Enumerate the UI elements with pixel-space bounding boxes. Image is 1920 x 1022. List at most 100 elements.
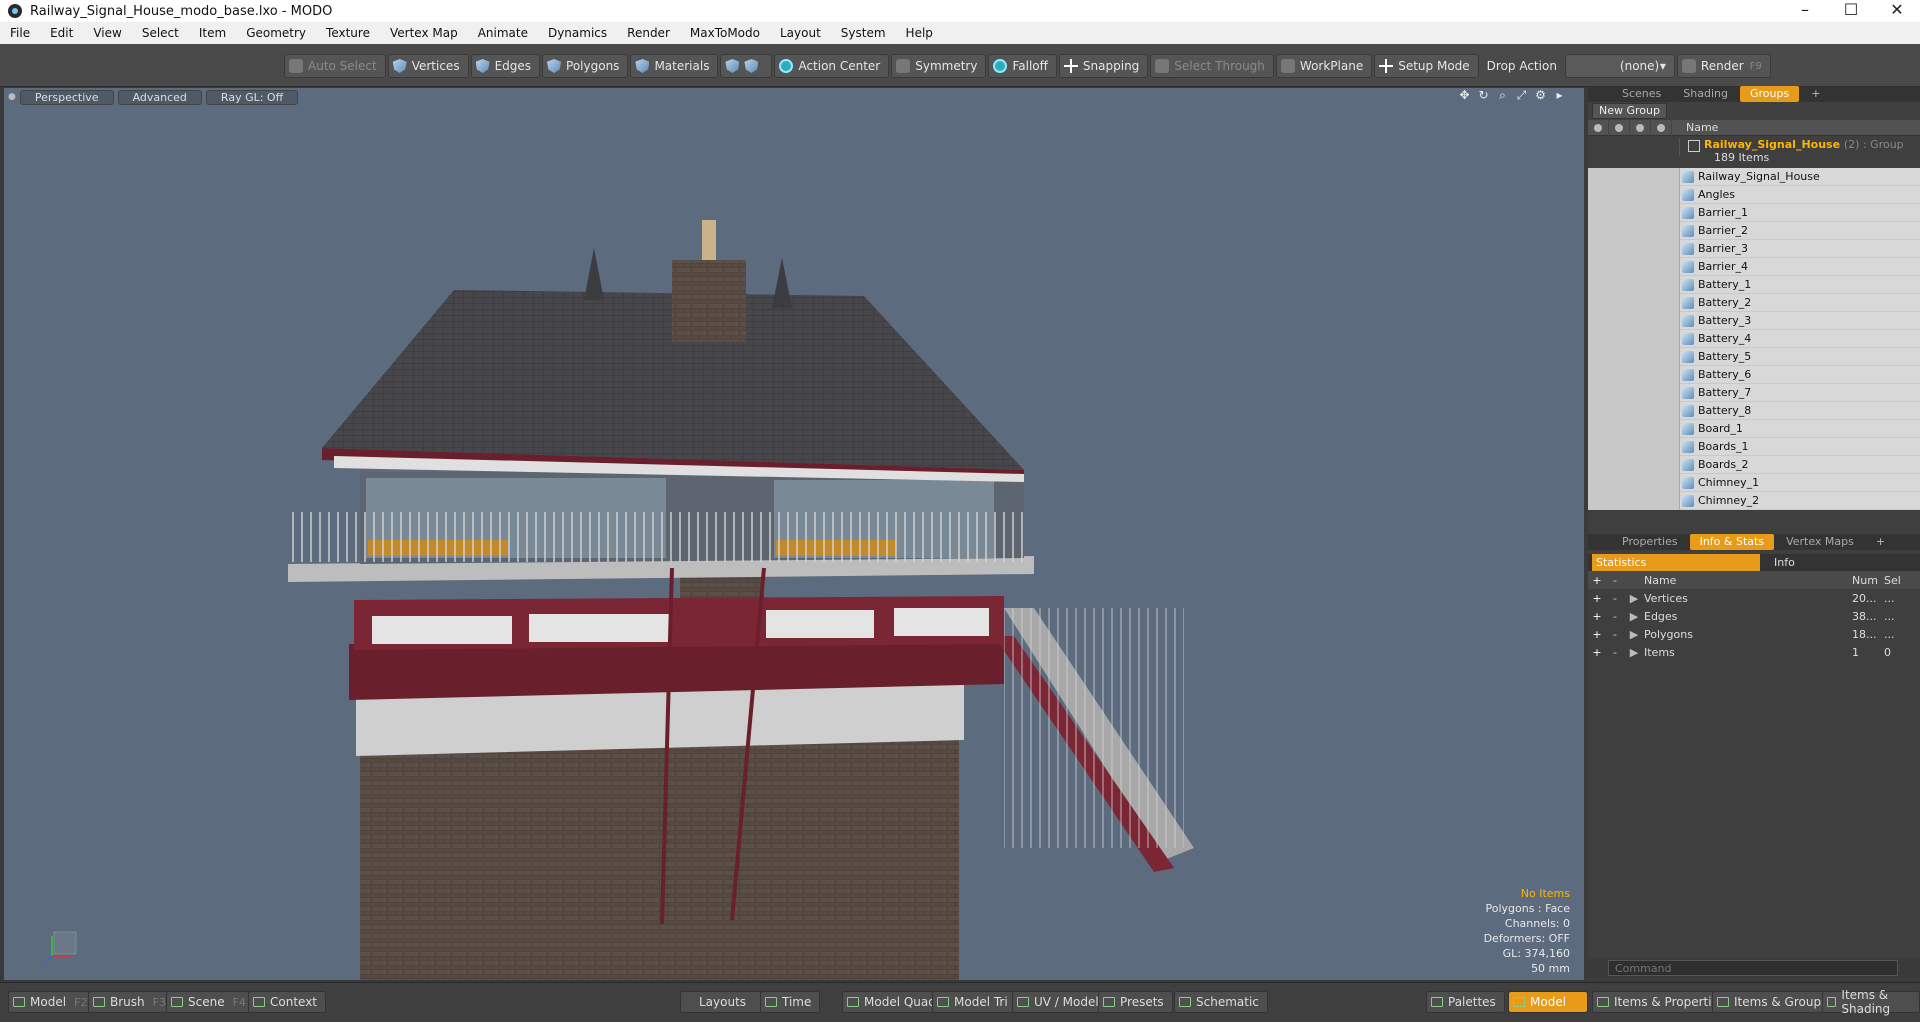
menu-render[interactable]: Render [617, 22, 680, 44]
add-icon[interactable]: + [1588, 610, 1606, 623]
list-item[interactable]: Boards_2 [1588, 455, 1920, 474]
menu-dynamics[interactable]: Dynamics [538, 22, 617, 44]
maximize-button[interactable]: ☐ [1828, 0, 1874, 22]
table-row[interactable]: + - ▶ Polygons 18...... [1588, 625, 1920, 643]
menu-maxtomodo[interactable]: MaxToModo [680, 22, 770, 44]
schematic-button[interactable]: Schematic [1174, 991, 1268, 1013]
action-center-button[interactable]: Action Center [774, 54, 890, 78]
expand-arrow-icon[interactable]: ▶ [1624, 646, 1644, 659]
symmetry-button[interactable]: Symmetry [891, 54, 987, 78]
3d-viewport[interactable]: ● Perspective Advanced Ray GL: Off ✥ ↻ ⌕… [4, 88, 1584, 980]
select-column-icon[interactable] [1651, 119, 1672, 136]
tab-info[interactable]: Info [1760, 554, 1795, 571]
collapse-all-icon[interactable]: - [1606, 574, 1624, 587]
list-item[interactable]: Barrier_2 [1588, 221, 1920, 240]
table-row[interactable]: + - ▶ Edges 38...... [1588, 607, 1920, 625]
list-item[interactable]: Chimney_2 [1588, 491, 1920, 510]
remove-icon[interactable]: - [1606, 592, 1624, 605]
list-item[interactable]: Railway_Signal_House [1588, 167, 1920, 186]
layouts-button[interactable]: Layouts [680, 991, 766, 1013]
command-input[interactable] [1608, 960, 1898, 976]
lock-column-icon[interactable] [1630, 119, 1651, 136]
brush-layout-button[interactable]: Brush F3 [88, 991, 175, 1013]
list-item[interactable]: Board_1 [1588, 419, 1920, 438]
list-item[interactable]: Battery_7 [1588, 383, 1920, 402]
list-item[interactable]: Battery_6 [1588, 365, 1920, 384]
list-item[interactable]: Barrier_4 [1588, 257, 1920, 276]
uv-model-button[interactable]: UV / Model [1012, 991, 1108, 1013]
falloff-button[interactable]: Falloff [988, 54, 1057, 78]
remove-icon[interactable]: - [1606, 628, 1624, 641]
tab-scenes[interactable]: Scenes [1612, 86, 1671, 102]
menu-edit[interactable]: Edit [40, 22, 83, 44]
new-group-button[interactable]: New Group [1592, 103, 1667, 119]
polygons-button[interactable]: Polygons [542, 54, 629, 78]
visibility-column-icon[interactable] [1588, 119, 1609, 136]
close-button[interactable]: ✕ [1874, 0, 1920, 22]
list-item[interactable]: Battery_8 [1588, 401, 1920, 420]
list-item[interactable]: Boards_1 [1588, 437, 1920, 456]
vertices-button[interactable]: Vertices [387, 54, 469, 78]
menu-vertex-map[interactable]: Vertex Map [380, 22, 468, 44]
time-button[interactable]: Time [760, 991, 821, 1013]
expand-arrow-icon[interactable]: ▶ [1624, 592, 1644, 605]
list-item[interactable]: Battery_3 [1588, 311, 1920, 330]
presets-button[interactable]: Presets [1098, 991, 1173, 1013]
menu-help[interactable]: Help [896, 22, 943, 44]
menu-animate[interactable]: Animate [468, 22, 538, 44]
menu-system[interactable]: System [831, 22, 896, 44]
tab-vertex-maps[interactable]: Vertex Maps [1776, 534, 1864, 550]
select-through-button[interactable]: Select Through [1150, 54, 1274, 78]
minimize-button[interactable]: – [1782, 0, 1828, 22]
menu-view[interactable]: View [83, 22, 131, 44]
items-shading-button[interactable]: Items & Shading [1822, 988, 1920, 1016]
list-item[interactable]: Barrier_1 [1588, 203, 1920, 222]
context-button[interactable]: Context [248, 991, 327, 1013]
selection-sets-button[interactable] [720, 54, 773, 78]
menu-geometry[interactable]: Geometry [236, 22, 316, 44]
palettes-button[interactable]: Palettes [1426, 991, 1505, 1013]
auto-select-button[interactable]: Auto Select [284, 54, 386, 78]
menu-layout[interactable]: Layout [770, 22, 831, 44]
render-button[interactable]: Render F9 [1676, 54, 1771, 78]
model-tab-active[interactable]: Model [1508, 991, 1588, 1013]
add-icon[interactable]: + [1588, 592, 1606, 605]
snapping-button[interactable]: Snapping [1058, 54, 1149, 78]
group-row[interactable]: Railway_Signal_House (2) : Group 189 Item… [1588, 136, 1920, 168]
model-layout-button[interactable]: Model F2 [8, 991, 97, 1013]
model-quad-button[interactable]: Model Quad [842, 991, 945, 1013]
remove-icon[interactable]: - [1606, 610, 1624, 623]
render-column-icon[interactable] [1609, 119, 1630, 136]
list-item[interactable]: Battery_5 [1588, 347, 1920, 366]
list-item[interactable]: Angles [1588, 185, 1920, 204]
add-tab-button[interactable]: + [1801, 86, 1830, 102]
model-tri-button[interactable]: Model Tri [932, 991, 1017, 1013]
menu-select[interactable]: Select [132, 22, 189, 44]
tab-shading[interactable]: Shading [1673, 86, 1738, 102]
list-item[interactable]: Battery_1 [1588, 275, 1920, 294]
list-item[interactable]: Battery_4 [1588, 329, 1920, 348]
workplane-button[interactable]: WorkPlane [1275, 54, 1373, 78]
remove-icon[interactable]: - [1606, 646, 1624, 659]
menu-texture[interactable]: Texture [316, 22, 380, 44]
add-icon[interactable]: + [1588, 628, 1606, 641]
tab-info-stats[interactable]: Info & Stats [1689, 534, 1775, 550]
tab-groups[interactable]: Groups [1739, 86, 1800, 102]
expand-arrow-icon[interactable]: ▶ [1624, 628, 1644, 641]
setup-mode-button[interactable]: Setup Mode [1374, 54, 1479, 78]
list-item[interactable]: Battery_2 [1588, 293, 1920, 312]
edges-button[interactable]: Edges [470, 54, 541, 78]
tab-properties[interactable]: Properties [1612, 534, 1688, 550]
table-row[interactable]: + - ▶ Items 1 0 [1588, 643, 1920, 661]
expand-arrow-icon[interactable]: ▶ [1624, 610, 1644, 623]
expand-all-icon[interactable]: + [1588, 574, 1606, 587]
scene-layout-button[interactable]: Scene F4 [166, 991, 255, 1013]
add-icon[interactable]: + [1588, 646, 1606, 659]
drop-action-select[interactable]: (none) ▾ [1564, 54, 1675, 78]
list-item[interactable]: Barrier_3 [1588, 239, 1920, 258]
table-row[interactable]: + - ▶ Vertices 20...... [1588, 589, 1920, 607]
materials-button[interactable]: Materials [630, 54, 719, 78]
items-groups-button[interactable]: Items & Groups [1712, 991, 1837, 1013]
menu-item[interactable]: Item [189, 22, 236, 44]
list-item[interactable]: Chimney_1 [1588, 473, 1920, 492]
